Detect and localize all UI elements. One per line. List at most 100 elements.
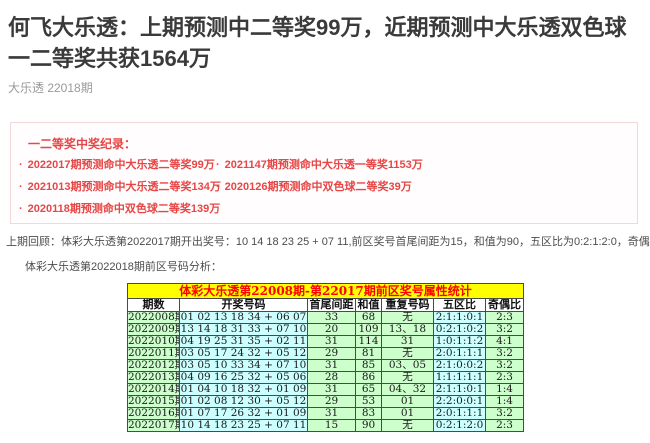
table-cell: 1:0:1:1:2 [434,336,486,348]
table-cell: 无 [382,420,434,432]
table-cell: 2022017期 [128,420,180,432]
column-header-numbers: 开奖号码 [180,299,308,312]
records-list-right: · 2021147期预测命中大乐透一等奖1153万 · 2020126期预测命中双色球… [216,154,423,198]
table-cell: 2022013期 [128,372,180,384]
table-title-row: 体彩大乐透第22008期-第22017期前区奖号属性统计 [128,284,524,299]
table-row: 2022016期01 07 17 26 32 + 01 093183012:0:… [128,408,524,420]
article-page: 何飞大乐透：上期预测中二等奖99万，近期预测中大乐透双色球一二等奖共获1564万… [0,0,650,443]
table-cell: 2022012期 [128,360,180,372]
table-cell: 01 04 10 18 32 + 01 09 [180,384,308,396]
table-cell: 29 [308,348,356,360]
table-cell: 无 [382,348,434,360]
bullet-marker: · [19,159,23,171]
table-cell: 3:2 [486,408,524,420]
table-cell: 04 19 25 31 35 + 02 11 [180,336,308,348]
table-cell: 1:4 [486,396,524,408]
record-item-text: 2022017期预测命中大乐透二等奖99万 [28,159,215,171]
table-cell: 31 [308,408,356,420]
table-row: 2022013期04 09 16 25 32 + 05 062886无1:1:1… [128,372,524,384]
article-meta: 大乐透 22018期 [8,79,93,96]
table-cell: 10 14 18 23 25 + 07 11 [180,420,308,432]
table-title: 体彩大乐透第22008期-第22017期前区奖号属性统计 [128,284,524,299]
column-header-zone-ratio: 五区比 [434,299,486,312]
records-list-left: ·2022017期预测命中大乐透二等奖99万·2021013期预测命中大乐透二等… [19,154,221,220]
table-cell: 03、05 [382,360,434,372]
record-item-text: 2020118期预测命中双色球二等奖139万 [28,203,221,215]
table-cell: 65 [356,384,382,396]
table-cell: 3:2 [486,348,524,360]
table-cell: 03 05 17 24 32 + 05 12 [180,348,308,360]
table-cell: 15 [308,420,356,432]
table-cell: 2:3 [486,312,524,324]
table-cell: 无 [382,312,434,324]
bullet-marker: · [216,159,220,171]
table-cell: 90 [356,420,382,432]
table-cell: 86 [356,372,382,384]
table-cell: 无 [382,372,434,384]
table-row: 2022008期01 02 13 18 34 + 06 073368无2:1:1… [128,312,524,324]
table-cell: 1:1:1:1:1 [434,372,486,384]
lottery-stats-table: 体彩大乐透第22008期-第22017期前区奖号属性统计 期数 开奖号码 首尾间… [127,283,524,432]
table-cell: 0:2:1:2:0 [434,420,486,432]
table-cell: 2:3 [486,420,524,432]
record-item-text: 2020126期预测命中双色球二等奖39万 [225,181,412,193]
column-header-sum: 和值 [356,299,382,312]
table-cell: 109 [356,324,382,336]
table-cell: 2022016期 [128,408,180,420]
record-item-text: 2021147期预测命中大乐透一等奖1153万 [225,159,423,171]
table-cell: 2:1:1:0:1 [434,312,486,324]
table-cell: 2022011期 [128,348,180,360]
table-cell: 13 14 18 31 33 + 07 10 [180,324,308,336]
table-cell: 2:3 [486,372,524,384]
column-header-repeats: 重复号码 [382,299,434,312]
table-cell: 2:0:1:1:1 [434,348,486,360]
table-cell: 83 [356,408,382,420]
table-cell: 85 [356,360,382,372]
table-cell: 3:2 [486,360,524,372]
bullet-marker: · [19,203,23,215]
table-cell: 13、18 [382,324,434,336]
bullet-marker: · [216,181,220,193]
table-cell: 2022015期 [128,396,180,408]
table-cell: 04 09 16 25 32 + 05 06 [180,372,308,384]
table-cell: 68 [356,312,382,324]
page-title: 何飞大乐透：上期预测中二等奖99万，近期预测中大乐透双色球一二等奖共获1564万 [8,12,646,74]
stats-table-body: 2022008期01 02 13 18 34 + 06 073368无2:1:1… [128,312,524,432]
records-heading: 一二等奖中奖纪录： [28,135,136,152]
record-item: ·2022017期预测命中大乐透二等奖99万 [19,154,221,176]
table-cell: 01 [382,408,434,420]
table-header-row: 期数 开奖号码 首尾间距 和值 重复号码 五区比 奇偶比 [128,299,524,312]
table-cell: 01 [382,396,434,408]
record-item: ·2021013期预测命中大乐透二等奖134万 [19,176,221,198]
column-header-oddeven: 奇偶比 [486,299,524,312]
table-cell: 2022014期 [128,384,180,396]
table-row: 2022017期10 14 18 23 25 + 07 111590无0:2:1… [128,420,524,432]
table-cell: 81 [356,348,382,360]
table-cell: 28 [308,372,356,384]
record-item: · 2021147期预测命中大乐透一等奖1153万 [216,154,423,176]
table-cell: 114 [356,336,382,348]
table-row: 2022015期01 02 08 12 30 + 05 122953012:2:… [128,396,524,408]
table-cell: 53 [356,396,382,408]
table-cell: 31 [308,360,356,372]
table-cell: 2022009期 [128,324,180,336]
table-cell: 2022010期 [128,336,180,348]
table-cell: 0:2:1:0:2 [434,324,486,336]
table-cell: 2:2:0:0:1 [434,396,486,408]
table-cell: 2:1:1:0:1 [434,384,486,396]
table-cell: 31 [308,384,356,396]
record-item-text: 2021013期预测命中大乐透二等奖134万 [28,181,221,193]
column-header-issue: 期数 [128,299,180,312]
table-row: 2022012期03 05 10 33 34 + 07 10318503、052… [128,360,524,372]
table-cell: 31 [308,336,356,348]
table-row: 2022010期04 19 25 31 35 + 02 1131114311:0… [128,336,524,348]
table-row: 2022014期01 04 10 18 32 + 01 09316504、322… [128,384,524,396]
table-cell: 2:0:1:1:1 [434,408,486,420]
table-cell: 01 02 13 18 34 + 06 07 [180,312,308,324]
table-cell: 31 [382,336,434,348]
table-cell: 3:2 [486,324,524,336]
table-cell: 29 [308,396,356,408]
table-cell: 01 02 08 12 30 + 05 12 [180,396,308,408]
table-row: 2022011期03 05 17 24 32 + 05 122981无2:0:1… [128,348,524,360]
table-cell: 03 05 10 33 34 + 07 10 [180,360,308,372]
